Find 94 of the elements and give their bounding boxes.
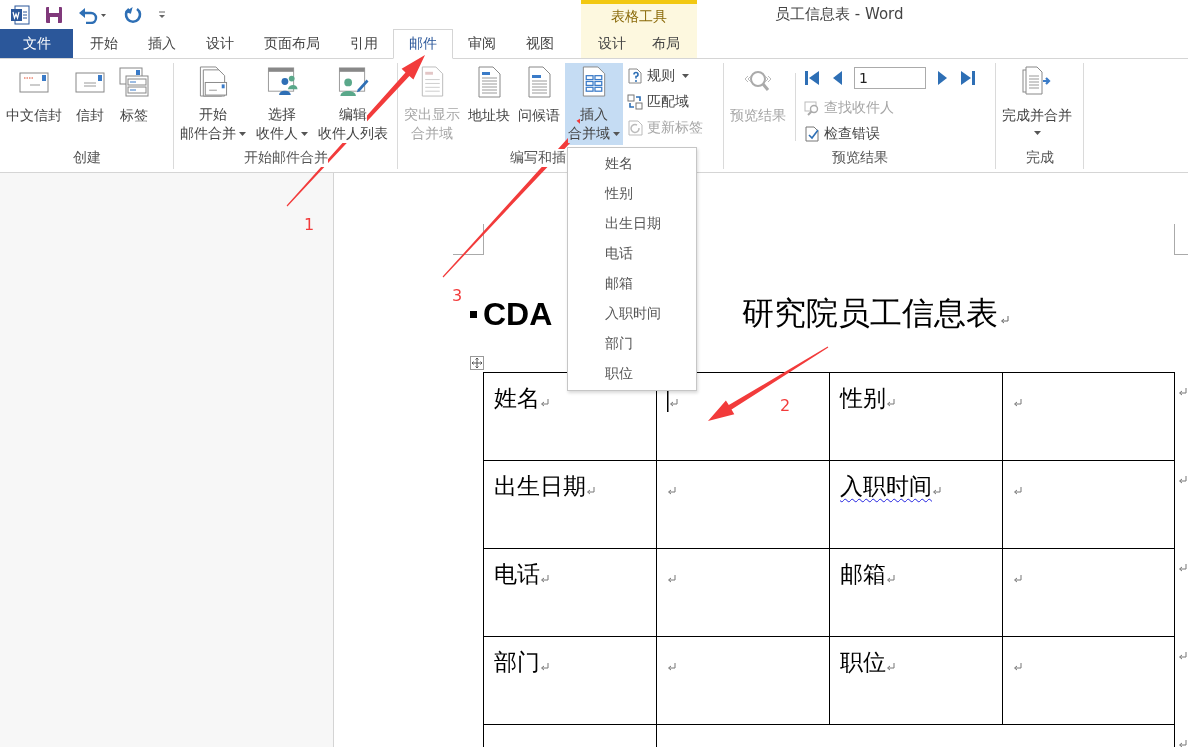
redo-icon[interactable] — [123, 4, 143, 25]
paragraph-mark-icon — [540, 663, 549, 672]
ribbon-button[interactable]: 开始 邮件合并 — [177, 63, 249, 145]
contextual-tab-group: 表格工具 — [581, 0, 697, 29]
people-edit-icon — [337, 66, 369, 97]
ribbon-button[interactable]: 信封 — [71, 63, 109, 145]
ribbon-button[interactable]: 标签 — [115, 63, 153, 145]
heading-text: 研究院员工信息表 — [742, 294, 998, 333]
paragraph-mark-icon — [667, 663, 676, 672]
table-cell: 部门 — [483, 636, 656, 724]
paragraph-mark-icon — [586, 487, 595, 496]
menu-item[interactable]: 部门 — [568, 329, 696, 359]
paragraph-mark-icon — [1013, 663, 1022, 672]
rules-icon — [627, 68, 643, 84]
ribbon-tab[interactable]: 开始 — [75, 29, 133, 58]
ribbon-button[interactable]: 编辑 收件人列表 — [315, 63, 391, 145]
ribbon-tab[interactable]: 布局 — [639, 29, 693, 58]
menu-item[interactable]: 性别 — [568, 179, 696, 209]
menu-item[interactable]: 入职时间 — [568, 299, 696, 329]
previous-record-icon[interactable] — [832, 70, 842, 86]
ribbon-button[interactable]: 匹配域 — [627, 91, 703, 113]
group-label: 预览结果 — [831, 149, 888, 167]
next-record-icon[interactable] — [938, 70, 948, 86]
label-sheet-icon — [118, 66, 150, 98]
calendar-people-icon — [266, 66, 298, 97]
paragraph-mark-icon — [667, 575, 676, 584]
table-cell: 邮箱 — [829, 548, 1002, 636]
ribbon-tab[interactable]: 引用 — [335, 29, 393, 58]
ribbon-tab[interactable]: 插入 — [133, 29, 191, 58]
format-mark-icon — [470, 310, 477, 318]
paragraph-mark-icon — [667, 487, 676, 496]
window-title: 员工信息表 - Word — [774, 4, 905, 25]
paragraph-mark-icon — [1178, 564, 1187, 573]
paragraph-mark-icon — [886, 575, 895, 584]
ribbon-tab[interactable]: 文件 — [0, 29, 73, 58]
paragraph-mark-icon — [886, 663, 895, 672]
paragraph-mark-icon — [1178, 652, 1187, 661]
table-move-icon[interactable] — [470, 356, 484, 370]
match-fields-icon — [627, 94, 643, 110]
table-cell: 电话 — [483, 548, 656, 636]
customize-icon[interactable] — [158, 9, 166, 20]
paragraph-mark-icon — [932, 487, 941, 496]
group-label: 开始邮件合并 — [243, 149, 328, 167]
menu-item[interactable]: 电话 — [568, 239, 696, 269]
refresh-icon — [627, 120, 643, 136]
annotation-number: 1 — [304, 215, 315, 234]
ribbon-button[interactable]: 选择 收件人 — [253, 63, 311, 145]
paragraph-mark-icon — [540, 399, 549, 408]
ribbon-tab[interactable]: 页面布局 — [249, 29, 335, 58]
annotation-number: 2 — [780, 396, 791, 415]
paragraph-mark-icon — [1013, 575, 1022, 584]
record-field[interactable]: 1 — [854, 67, 926, 89]
ribbon-button[interactable]: 插入 合并域 — [565, 63, 623, 145]
paragraph-mark-icon — [1013, 399, 1022, 408]
search-icon — [804, 100, 820, 116]
documents-arrow-icon — [1021, 66, 1053, 98]
table-cell: 入职时间 — [829, 460, 1002, 548]
menu-item[interactable]: 邮箱 — [568, 269, 696, 299]
paragraph-mark-icon — [669, 399, 678, 408]
ribbon-tab[interactable]: 审阅 — [453, 29, 511, 58]
paragraph-mark-icon — [1178, 476, 1187, 485]
paragraph-mark-icon — [1013, 487, 1022, 496]
paragraph-mark-icon — [1178, 740, 1187, 747]
paragraph-mark-icon — [540, 575, 549, 584]
last-record-icon[interactable] — [960, 70, 976, 86]
group-label: 编写和插 — [510, 149, 566, 167]
ribbon-tab[interactable]: 设计 — [191, 29, 249, 58]
menu-item[interactable]: 出生日期 — [568, 209, 696, 239]
paragraph-mark-icon — [886, 399, 895, 408]
group-label: 创建 — [72, 149, 101, 167]
ribbon-button[interactable]: 地址块 — [465, 63, 513, 145]
heading-text: CDA — [483, 295, 553, 333]
first-record-icon[interactable] — [804, 70, 820, 86]
group-label: 完成 — [1025, 149, 1054, 167]
paragraph-mark-icon — [1000, 315, 1009, 325]
paragraph-mark-icon — [1178, 388, 1187, 397]
undo-icon[interactable] — [78, 5, 108, 24]
table-cell: 职位 — [829, 636, 1002, 724]
document-envelope-icon — [197, 66, 229, 97]
ribbon-tab[interactable]: 设计 — [585, 29, 639, 58]
ribbon-tab[interactable]: 视图 — [511, 29, 569, 58]
ribbon-button[interactable]: 检查错误 — [804, 123, 976, 145]
ribbon-tab[interactable]: 邮件 — [393, 29, 453, 59]
app-icon — [10, 4, 30, 25]
menu-item[interactable]: 职位 — [568, 359, 696, 389]
document-check-icon — [804, 126, 820, 142]
ribbon-button[interactable]: 问候语 — [515, 63, 563, 145]
annotation-number: 3 — [452, 286, 463, 305]
table-cell: 出生日期 — [483, 460, 656, 548]
menu-item[interactable]: 姓名 — [568, 149, 696, 179]
ribbon-button[interactable]: 规则 — [627, 65, 703, 87]
table-cell: 性别 — [829, 372, 1002, 460]
ribbon-button[interactable]: 中文信封 — [3, 63, 65, 145]
ribbon-button[interactable]: 完成并合并 — [999, 63, 1075, 145]
